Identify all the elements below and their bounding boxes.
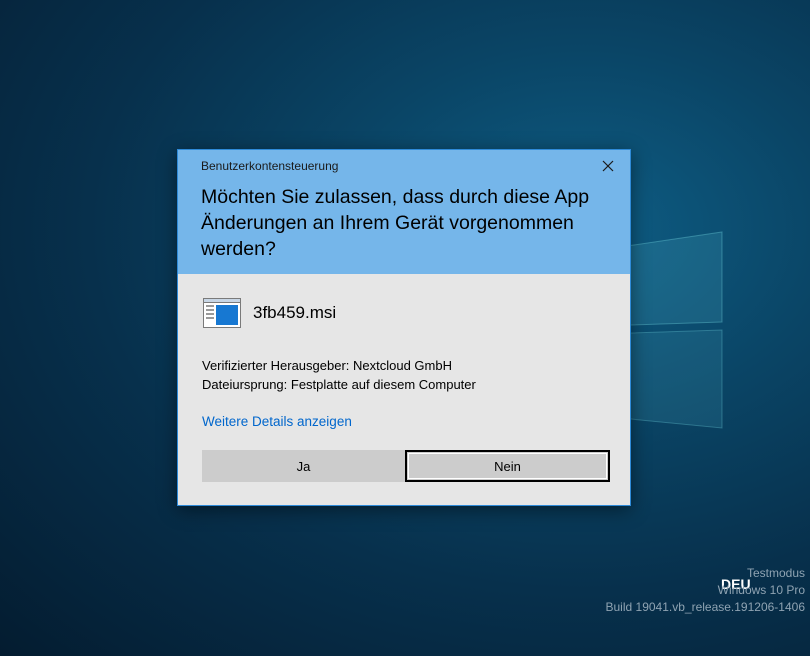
app-name: 3fb459.msi bbox=[253, 303, 337, 322]
close-button[interactable] bbox=[594, 154, 622, 178]
watermark-line-3: Build 19041.vb_release.191206-1406 bbox=[605, 600, 806, 614]
publisher-text: Verifizierter Herausgeber: Nextcloud Gmb… bbox=[202, 358, 452, 373]
app-info: Verifizierter Herausgeber: Nextcloud Gmb… bbox=[202, 356, 476, 394]
watermark-line-1: Testmodus bbox=[746, 566, 805, 580]
more-details-link[interactable]: Weitere Details anzeigen bbox=[202, 414, 352, 429]
msi-installer-icon bbox=[203, 298, 241, 328]
uac-header: Benutzerkontensteuerung Möchten Sie zula… bbox=[178, 150, 630, 274]
test-mode-watermark: Testmodus Windows 10 Pro Build 19041.vb_… bbox=[606, 565, 806, 616]
close-icon bbox=[602, 160, 614, 172]
uac-dialog: Benutzerkontensteuerung Möchten Sie zula… bbox=[177, 149, 631, 506]
uac-question: Möchten Sie zulassen, dass durch diese A… bbox=[201, 186, 590, 260]
app-row: 3fb459.msi bbox=[203, 298, 336, 328]
yes-button[interactable]: Ja bbox=[202, 450, 405, 482]
origin-text: Dateiursprung: Festplatte auf diesem Com… bbox=[202, 377, 476, 392]
watermark-line-2: Windows 10 Pro bbox=[717, 583, 805, 597]
dialog-title: Benutzerkontensteuerung bbox=[201, 159, 339, 173]
no-button[interactable]: Nein bbox=[405, 450, 610, 482]
